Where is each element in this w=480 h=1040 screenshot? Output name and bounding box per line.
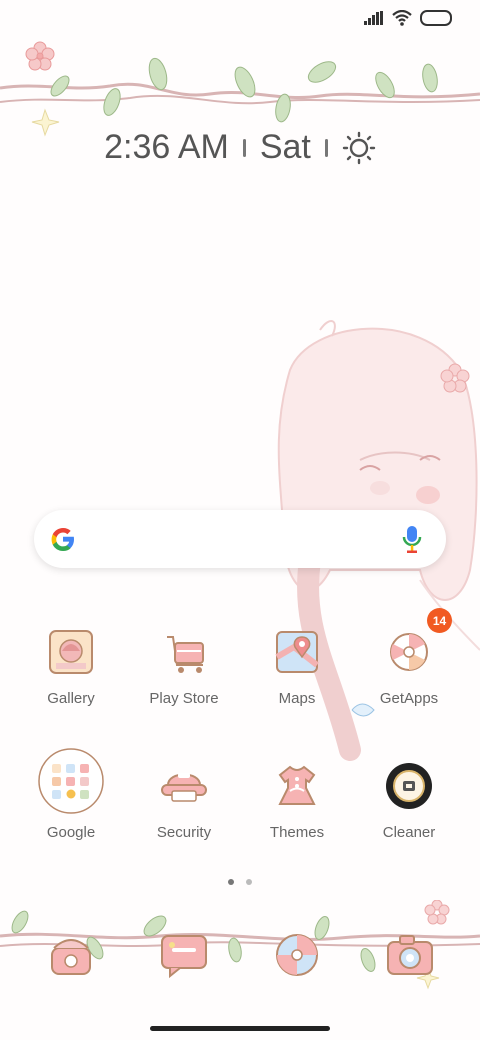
cleaner-icon <box>386 763 432 809</box>
app-cleaner[interactable]: Cleaner <box>354 756 464 841</box>
home-indicator[interactable] <box>150 1026 330 1031</box>
status-bar <box>364 10 452 26</box>
top-vine-decoration <box>0 41 480 137</box>
phone-icon[interactable] <box>46 930 96 980</box>
signal-icon <box>364 11 383 25</box>
app-label: Themes <box>269 824 325 841</box>
wifi-icon <box>392 10 412 26</box>
battery-icon <box>420 10 452 26</box>
browser-icon[interactable] <box>272 930 322 980</box>
google-logo <box>51 528 74 551</box>
app-label: Gallery <box>47 690 95 707</box>
app-label: Google <box>46 824 96 841</box>
app-label: Security <box>156 824 212 841</box>
app-gallery[interactable]: Gallery <box>16 622 126 707</box>
app-security[interactable]: Security <box>129 756 239 841</box>
page-indicator[interactable] <box>228 879 252 885</box>
page-dot <box>246 879 252 885</box>
play-store-icon <box>167 636 204 673</box>
clock-time: 2:36 AM <box>104 128 229 166</box>
folder-google[interactable]: Google <box>16 748 126 841</box>
app-themes[interactable]: Themes <box>242 756 352 841</box>
clock-day: Sat <box>259 128 311 166</box>
sun-icon <box>342 131 376 164</box>
page-dot-active <box>228 879 234 885</box>
clock-widget[interactable]: 2:36 AM Sat <box>0 128 480 167</box>
gallery-icon <box>49 630 93 674</box>
app-label: Maps <box>278 690 316 707</box>
google-search-bar[interactable] <box>34 510 446 568</box>
divider <box>242 138 246 157</box>
app-label: Cleaner <box>382 824 436 841</box>
google-folder-icon <box>38 748 104 814</box>
app-play-store[interactable]: Play Store <box>129 622 239 707</box>
maps-icon <box>275 631 319 673</box>
camera-icon[interactable] <box>384 930 436 980</box>
security-icon <box>161 773 207 802</box>
mic-icon[interactable] <box>402 524 422 554</box>
app-label: GetApps <box>379 690 439 707</box>
app-label: Play Store <box>149 690 219 707</box>
divider <box>324 138 328 157</box>
getapps-icon <box>390 633 428 671</box>
app-maps[interactable]: Maps <box>242 622 352 707</box>
messages-icon[interactable] <box>158 930 210 980</box>
notification-badge: 14 <box>427 608 452 633</box>
themes-icon <box>278 765 316 805</box>
app-getapps[interactable]: GetApps <box>354 622 464 707</box>
